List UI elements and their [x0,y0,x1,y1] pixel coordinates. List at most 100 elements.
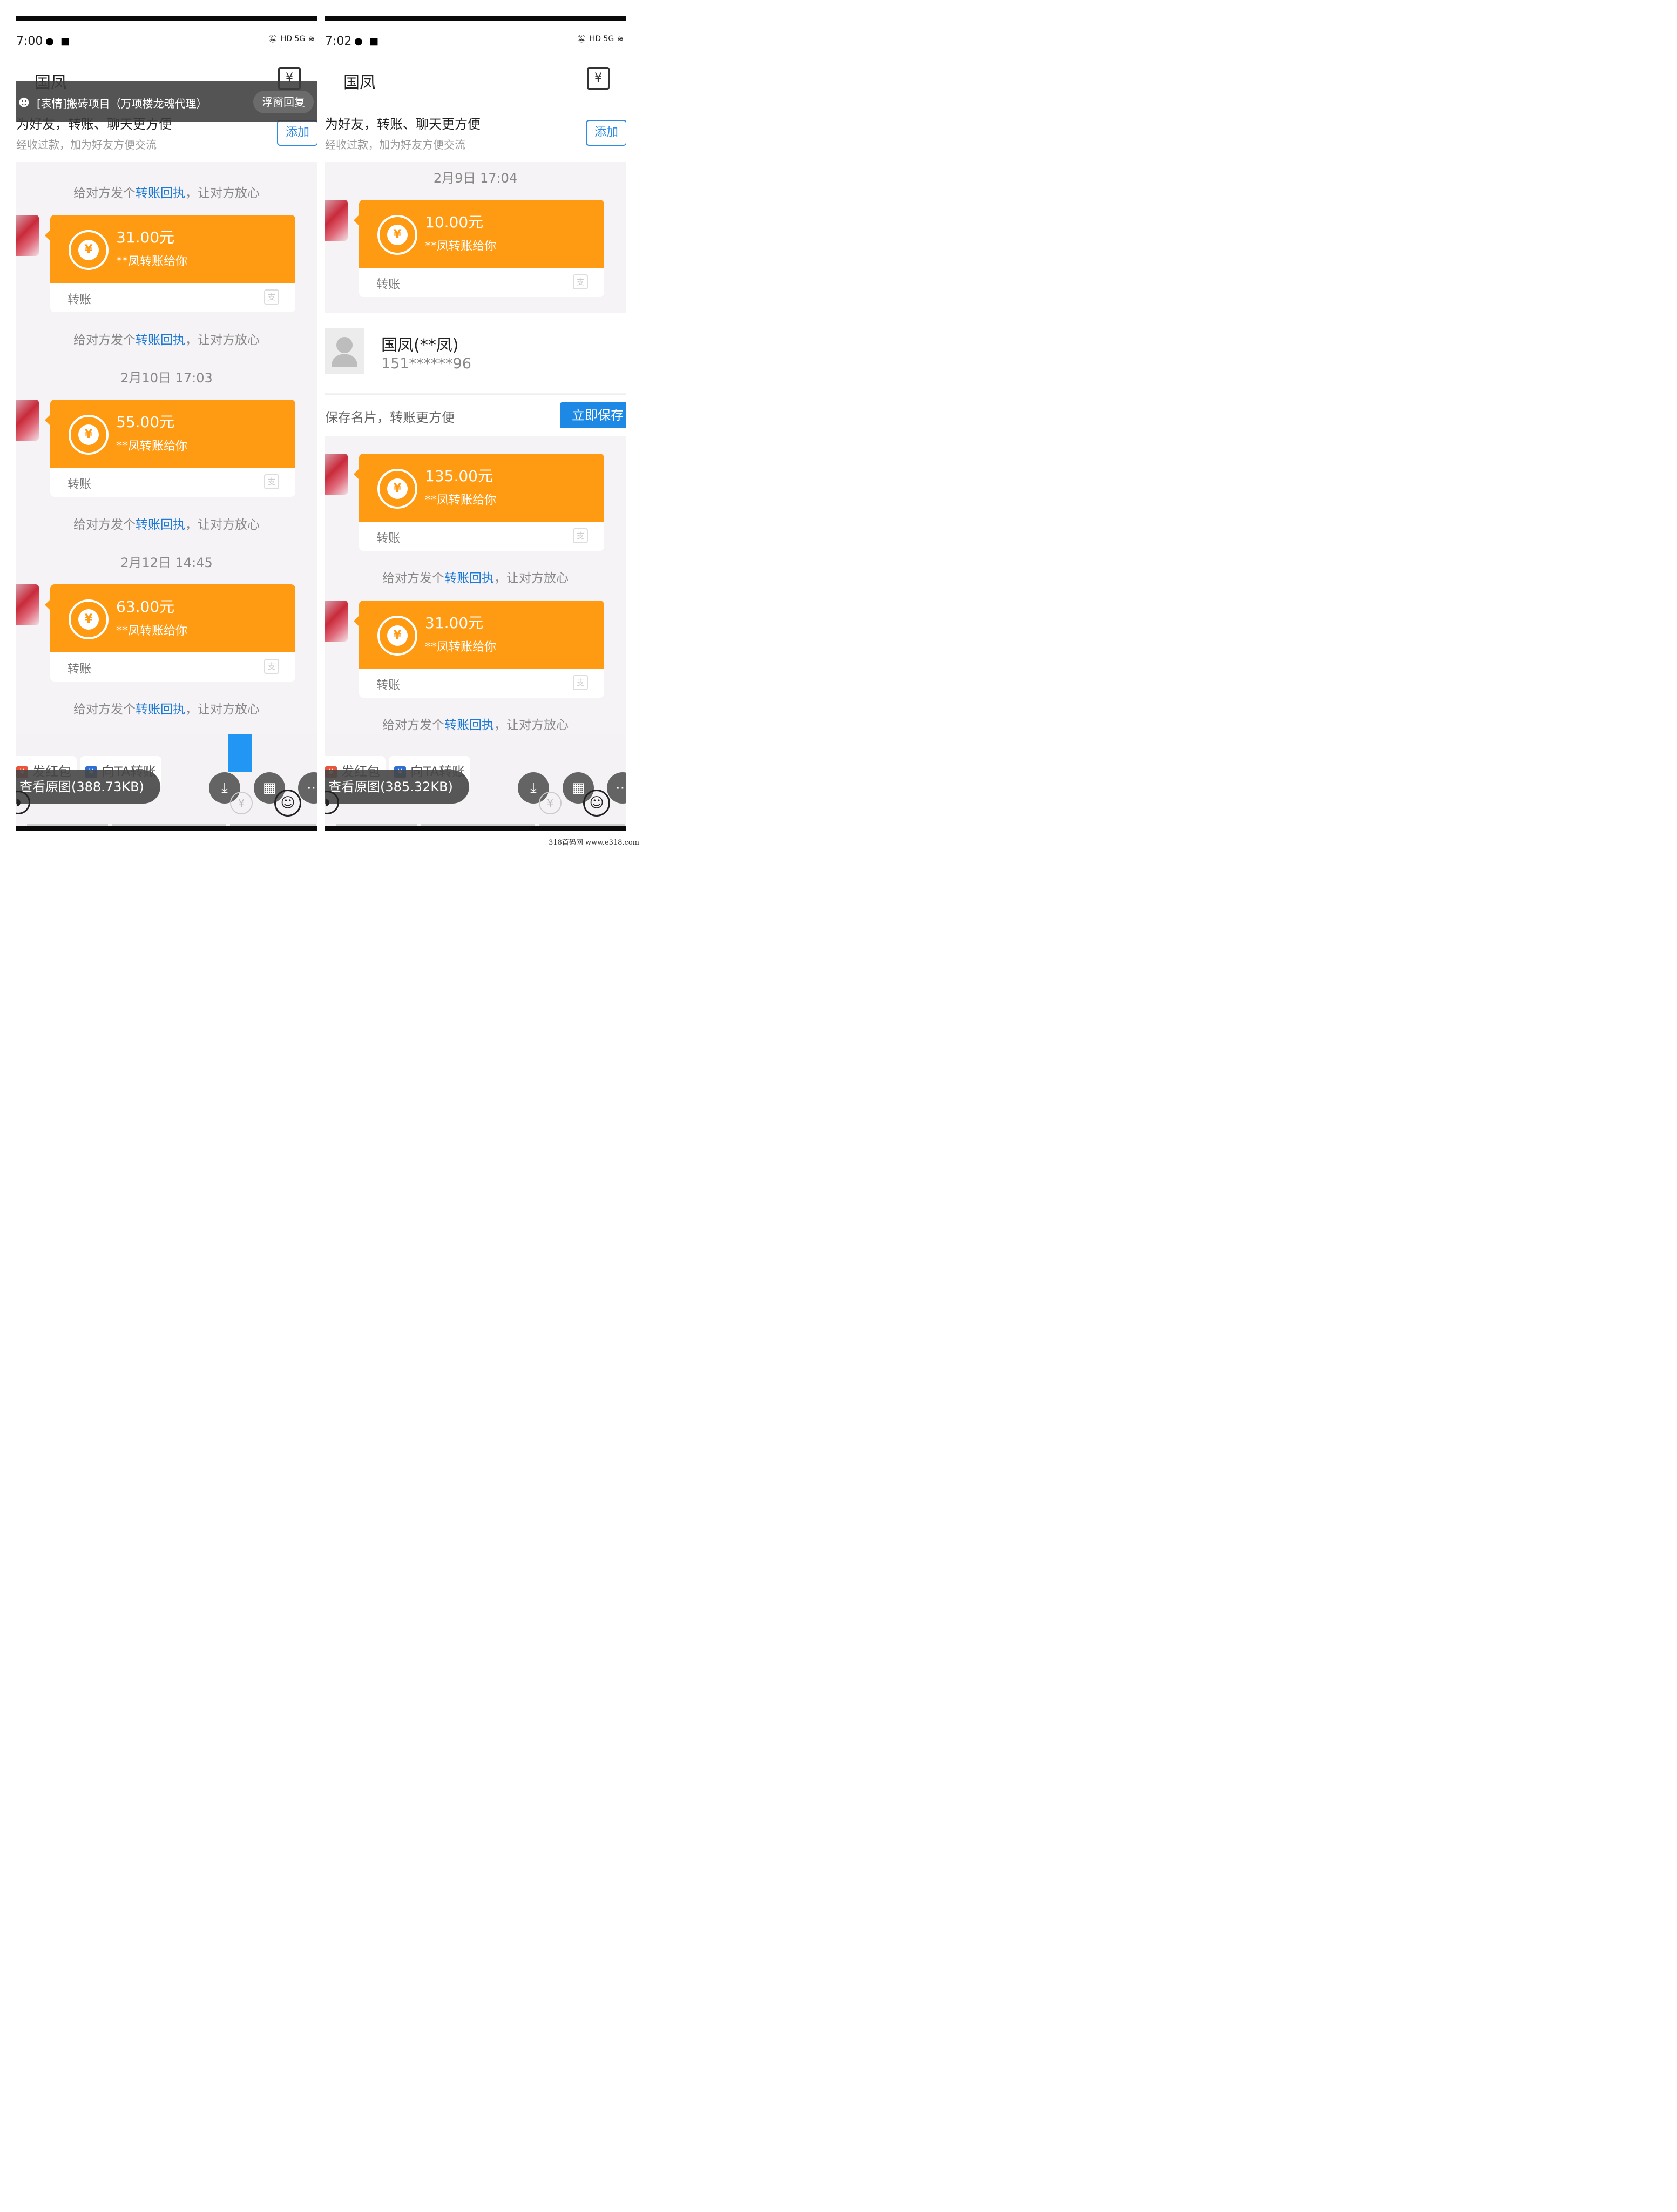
emoji-icon[interactable]: ☺ [583,790,610,817]
yen-coin-icon: ¥ [69,230,109,270]
site-watermark: 318首码网 www.e318.com [549,839,639,847]
add-friend-button[interactable]: 添加 [585,120,626,146]
hint-prefix: 给对方发个 [73,333,136,347]
avatar[interactable] [16,215,39,256]
hint-suffix: ，让对方放心 [494,718,569,732]
hint-prefix: 给对方发个 [382,718,444,732]
emoji-icon[interactable]: ☺ [274,790,301,817]
transfer-from: **凤转账给你 [425,640,497,654]
banner-line2: 经收过款，加为好友方便交流 [325,138,465,151]
floating-notification[interactable]: ☻ [表情]搬砖项目（万项楼龙魂代理） 浮窗回复 [16,81,317,122]
transfer-card[interactable]: ¥ 31.00元 **凤转账给你 转账 支 [45,215,295,312]
avatar[interactable] [325,601,348,642]
status-time: 7:02 [325,35,352,48]
yen-coin-icon: ¥ [377,616,417,656]
save-now-button[interactable]: 立即保存 [560,402,626,428]
yen-circle-icon[interactable]: ¥ [230,792,253,814]
message-date: 2月10日 17:03 [120,370,213,386]
bottom-toolbar: ¥发红包 ¥向TA转账 查看原图(388.73KB) ⤓ ▦ ⋯ ◗ ¥ ☺ [16,734,317,826]
transfer-card[interactable]: ¥ 31.00元 **凤转账给你 转账 支 [354,601,604,698]
receipt-link[interactable]: 转账回执 [136,703,185,717]
transfer-amount: 10.00元 [425,213,484,231]
hint-suffix: ，让对方放心 [185,333,260,347]
alipay-icon: 支 [573,675,588,690]
network-label: HD 5G [589,35,614,43]
message-icon: ■ [369,36,379,47]
hint-suffix: ，让对方放心 [185,518,260,532]
bottom-edge [325,826,626,831]
default-avatar-icon [325,328,364,374]
transfer-card-top: ¥ 10.00元 **凤转账给你 [354,200,604,268]
contact-card[interactable]: 国凤(**凤) 151******96 [325,313,626,393]
receipt-hint: 给对方发个转账回执，让对方放心 [325,714,626,733]
hint-prefix: 给对方发个 [73,518,136,532]
transfer-card-top: ¥ 63.00元 **凤转账给你 [45,584,295,652]
top-edge [16,16,317,21]
more-icon[interactable]: ⋯ [298,772,317,804]
more-icon[interactable]: ⋯ [607,772,626,804]
bottom-toolbar: ¥发红包 ¥向TA转账 查看原图(385.32KB) ⤓ ▦ ⋯ ◗ ¥ ☺ [325,734,626,826]
transfer-card-footer: 转账 支 [50,652,295,682]
transfer-label: 转账 [376,278,401,292]
right-screenshot: 7:02 ● ■ 🔕︎ HD 5G ≋ 国凤 ¥ 为好友，转账、聊天更方便 经收… [325,16,626,831]
hint-prefix: 给对方发个 [73,186,136,200]
transfer-amount: 31.00元 [425,614,484,632]
receipt-link[interactable]: 转账回执 [136,186,185,200]
scroll-tab[interactable] [228,734,252,772]
avatar[interactable] [325,454,348,495]
transfer-card-top: ¥ 31.00元 **凤转账给你 [354,601,604,669]
wifi-icon: ≋ [617,35,624,43]
avatar-head [336,337,353,353]
chat-header: 国凤 ¥ [325,59,626,102]
notification-text: [表情]搬砖项目（万项楼龙魂代理） [37,97,207,110]
receipt-link[interactable]: 转账回执 [444,718,494,732]
avatar[interactable] [16,584,39,625]
view-original-button[interactable]: 查看原图(385.32KB) [325,770,469,804]
transfer-card-footer: 转账 支 [359,522,604,551]
transfer-label: 转账 [376,532,401,545]
transfer-card-top: ¥ 31.00元 **凤转账给你 [45,215,295,283]
avatar[interactable] [16,400,39,441]
banner-line2: 经收过款，加为好友方便交流 [16,138,157,151]
yen-coin-icon: ¥ [69,415,109,455]
add-friend-button[interactable]: 添加 [276,120,317,146]
transfer-amount: 55.00元 [116,413,175,431]
yen-coin-icon: ¥ [377,215,417,255]
transfer-label: 转账 [67,293,92,307]
transfer-card-footer: 转账 支 [359,669,604,698]
hint-suffix: ，让对方放心 [494,571,569,585]
alipay-icon: 支 [264,474,279,489]
alipay-icon: 支 [573,528,588,543]
receipt-hint: 给对方发个转账回执，让对方放心 [16,329,317,348]
chat-bubble-icon: ● [354,36,363,47]
receipt-link[interactable]: 转账回执 [136,333,185,347]
hint-suffix: ，让对方放心 [185,186,260,200]
float-reply-button[interactable]: 浮窗回复 [253,91,314,113]
transfer-amount: 63.00元 [116,598,175,616]
transfer-card-top: ¥ 55.00元 **凤转账给你 [45,400,295,468]
receipt-link[interactable]: 转账回执 [444,571,494,585]
yen-circle-icon[interactable]: ¥ [539,792,562,814]
transfer-amount: 31.00元 [116,228,175,246]
message-icon: ■ [60,36,70,47]
bubble-pointer [354,215,359,226]
status-bar: 7:00 ● ■ 🔕︎ HD 5G ≋ [16,21,317,59]
transfer-label: 转账 [376,679,401,692]
status-right-icons: 🔕︎ HD 5G ≋ [268,35,315,43]
hint-suffix: ，让对方放心 [185,703,260,717]
transfer-card[interactable]: ¥ 135.00元 **凤转账给你 转账 支 [354,454,604,551]
bubble-pointer [45,415,50,426]
wifi-icon: ≋ [308,35,315,43]
receipt-link[interactable]: 转账回执 [136,518,185,532]
transfer-card[interactable]: ¥ 63.00元 **凤转账给你 转账 支 [45,584,295,682]
wechat-icon: ☻ [18,96,30,109]
view-original-button[interactable]: 查看原图(388.73KB) [16,770,160,804]
receipt-hint: 给对方发个转账回执，让对方放心 [325,568,626,586]
transfer-from: **凤转账给你 [425,240,497,253]
network-label: HD 5G [280,35,306,43]
transfer-yen-icon[interactable]: ¥ [587,67,610,90]
transfer-card[interactable]: ¥ 10.00元 **凤转账给你 转账 支 [354,200,604,297]
transfer-card[interactable]: ¥ 55.00元 **凤转账给你 转账 支 [45,400,295,497]
avatar[interactable] [325,200,348,241]
hint-prefix: 给对方发个 [73,703,136,717]
